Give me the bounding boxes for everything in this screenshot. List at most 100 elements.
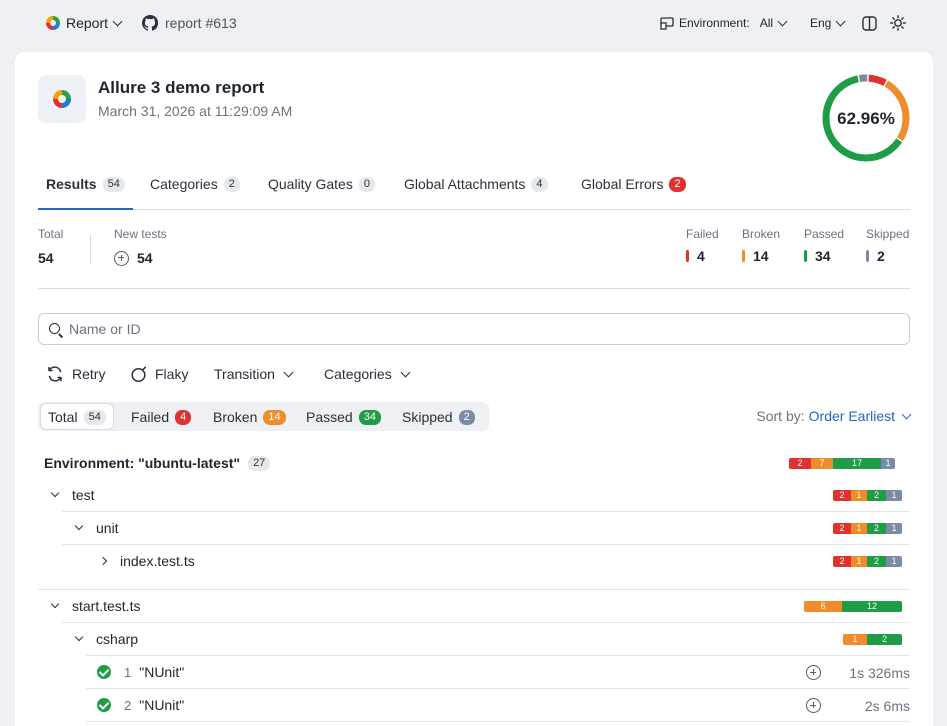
unit-status-bar: 2 1 2 1 — [833, 523, 902, 534]
layout-toggle-button[interactable] — [862, 0, 877, 46]
tree-node-label: test — [72, 487, 95, 503]
chevron-down-icon — [901, 409, 912, 419]
environment-group-label: Environment: "ubuntu-latest" — [44, 455, 241, 471]
summary-divider — [90, 235, 91, 263]
environment-label: Environment: — [679, 16, 750, 30]
filter-failed[interactable]: Failed 4 — [124, 404, 198, 429]
allure-logo-icon — [53, 90, 71, 108]
filter-passed[interactable]: Passed 34 — [299, 404, 388, 429]
summary-separator — [38, 288, 910, 289]
tab-quality-gates[interactable]: Quality Gates 0 — [268, 170, 375, 210]
plus-circle-icon — [114, 250, 129, 266]
github-icon — [142, 15, 158, 31]
tree-node-label: csharp — [96, 631, 139, 647]
bar-broken: 1 — [851, 556, 867, 567]
tree-node-label: index.test.ts — [120, 553, 195, 569]
environment-group-header[interactable]: Environment: "ubuntu-latest" 27 — [44, 447, 271, 479]
tab-count: 4 — [531, 177, 548, 192]
monitor-icon — [660, 16, 674, 30]
row-divider — [86, 721, 910, 722]
filter-count: 34 — [358, 409, 381, 425]
bar-broken: 1 — [843, 634, 867, 645]
passed-indicator — [804, 250, 807, 262]
broken-indicator — [742, 250, 745, 262]
environment-value: All — [759, 16, 774, 30]
tab-label: Categories — [150, 176, 218, 192]
test-result-row[interactable]: 2 "NUnit" 2s 6ms — [97, 689, 910, 721]
tree-node-label: unit — [96, 520, 119, 536]
row-divider — [62, 622, 910, 623]
test-result-row[interactable]: 1 "NUnit" 1s 326ms — [97, 656, 910, 688]
bar-broken: 1 — [851, 490, 867, 501]
flaky-label: Flaky — [155, 366, 189, 382]
failed-indicator — [686, 250, 689, 262]
flaky-filter-button[interactable]: Flaky — [130, 364, 188, 384]
failed-label: Failed — [686, 227, 719, 241]
language-value: Eng — [810, 16, 832, 30]
bar-failed: 2 — [833, 523, 851, 534]
bar-broken: 7 — [811, 458, 833, 469]
report-menu[interactable]: Report — [46, 0, 123, 46]
new-test-icon — [806, 665, 821, 680]
tab-categories[interactable]: Categories 2 — [150, 170, 240, 210]
skipped-indicator — [866, 250, 869, 262]
retry-label: Retry — [72, 366, 106, 382]
chevron-down-icon — [777, 16, 788, 26]
filter-count: 54 — [83, 409, 106, 425]
sort-value: Order Earliest — [808, 408, 895, 424]
filter-total[interactable]: Total 54 — [41, 404, 113, 429]
row-divider — [62, 511, 910, 512]
tree-node-index-test[interactable]: index.test.ts — [98, 545, 195, 577]
filter-count: 2 — [458, 409, 475, 425]
chevron-down-icon — [283, 367, 294, 377]
chevron-down-icon — [112, 16, 123, 26]
tab-count: 54 — [102, 177, 125, 192]
repo-link[interactable]: report #613 — [142, 0, 237, 46]
environment-selector[interactable]: Environment: All — [660, 0, 788, 46]
report-menu-label: Report — [66, 15, 109, 31]
retry-filter-button[interactable]: Retry — [46, 364, 105, 384]
bar-passed: 17 — [833, 458, 881, 469]
tree-node-unit[interactable]: unit — [74, 512, 119, 544]
tree-node-test[interactable]: test — [50, 479, 95, 511]
chevron-down-icon — [74, 632, 84, 642]
tree-node-csharp[interactable]: csharp — [74, 623, 139, 655]
theme-toggle-button[interactable] — [890, 0, 906, 46]
filter-skipped[interactable]: Skipped 2 — [395, 404, 482, 429]
filter-broken[interactable]: Broken 14 — [206, 404, 293, 429]
bar-passed: 2 — [867, 556, 886, 567]
tab-label: Global Errors — [581, 176, 664, 192]
tab-count: 2 — [669, 177, 686, 192]
transition-filter-dropdown[interactable]: Transition — [214, 364, 294, 384]
top-bar: Report report #613 Environment: All Eng — [0, 0, 947, 46]
search-icon — [49, 323, 60, 334]
skipped-value: 2 — [877, 248, 885, 264]
tab-global-attachments[interactable]: Global Attachments 4 — [404, 170, 548, 210]
transition-label: Transition — [214, 366, 275, 382]
categories-filter-dropdown[interactable]: Categories — [324, 364, 411, 384]
chevron-down-icon — [74, 521, 84, 531]
bar-broken: 6 — [804, 601, 842, 612]
bar-skipped: 1 — [886, 490, 902, 501]
tab-results[interactable]: Results 54 — [38, 170, 133, 210]
filter-count: 14 — [263, 409, 286, 425]
chevron-down-icon — [835, 16, 846, 26]
sort-label: Sort by: — [756, 408, 805, 424]
search-input[interactable]: Name or ID — [38, 313, 910, 345]
search-placeholder: Name or ID — [69, 321, 141, 337]
environment-status-bar: 2 7 17 1 — [789, 458, 895, 469]
row-divider — [38, 589, 910, 590]
report-logo — [38, 75, 86, 123]
sort-dropdown[interactable]: Sort by: Order Earliest — [756, 408, 912, 424]
categories-label: Categories — [324, 366, 392, 382]
tab-label: Global Attachments — [404, 176, 526, 192]
bar-skipped: 1 — [881, 458, 895, 469]
pass-rate-donut: 62.96% — [820, 72, 912, 164]
tree-node-start-test[interactable]: start.test.ts — [50, 590, 140, 622]
passed-stat: 34 — [804, 248, 831, 264]
broken-stat: 14 — [742, 248, 769, 264]
language-selector[interactable]: Eng — [810, 0, 846, 46]
bar-passed: 2 — [867, 634, 902, 645]
donut-segment-skipped — [858, 74, 868, 83]
tab-global-errors[interactable]: Global Errors 2 — [581, 170, 686, 210]
